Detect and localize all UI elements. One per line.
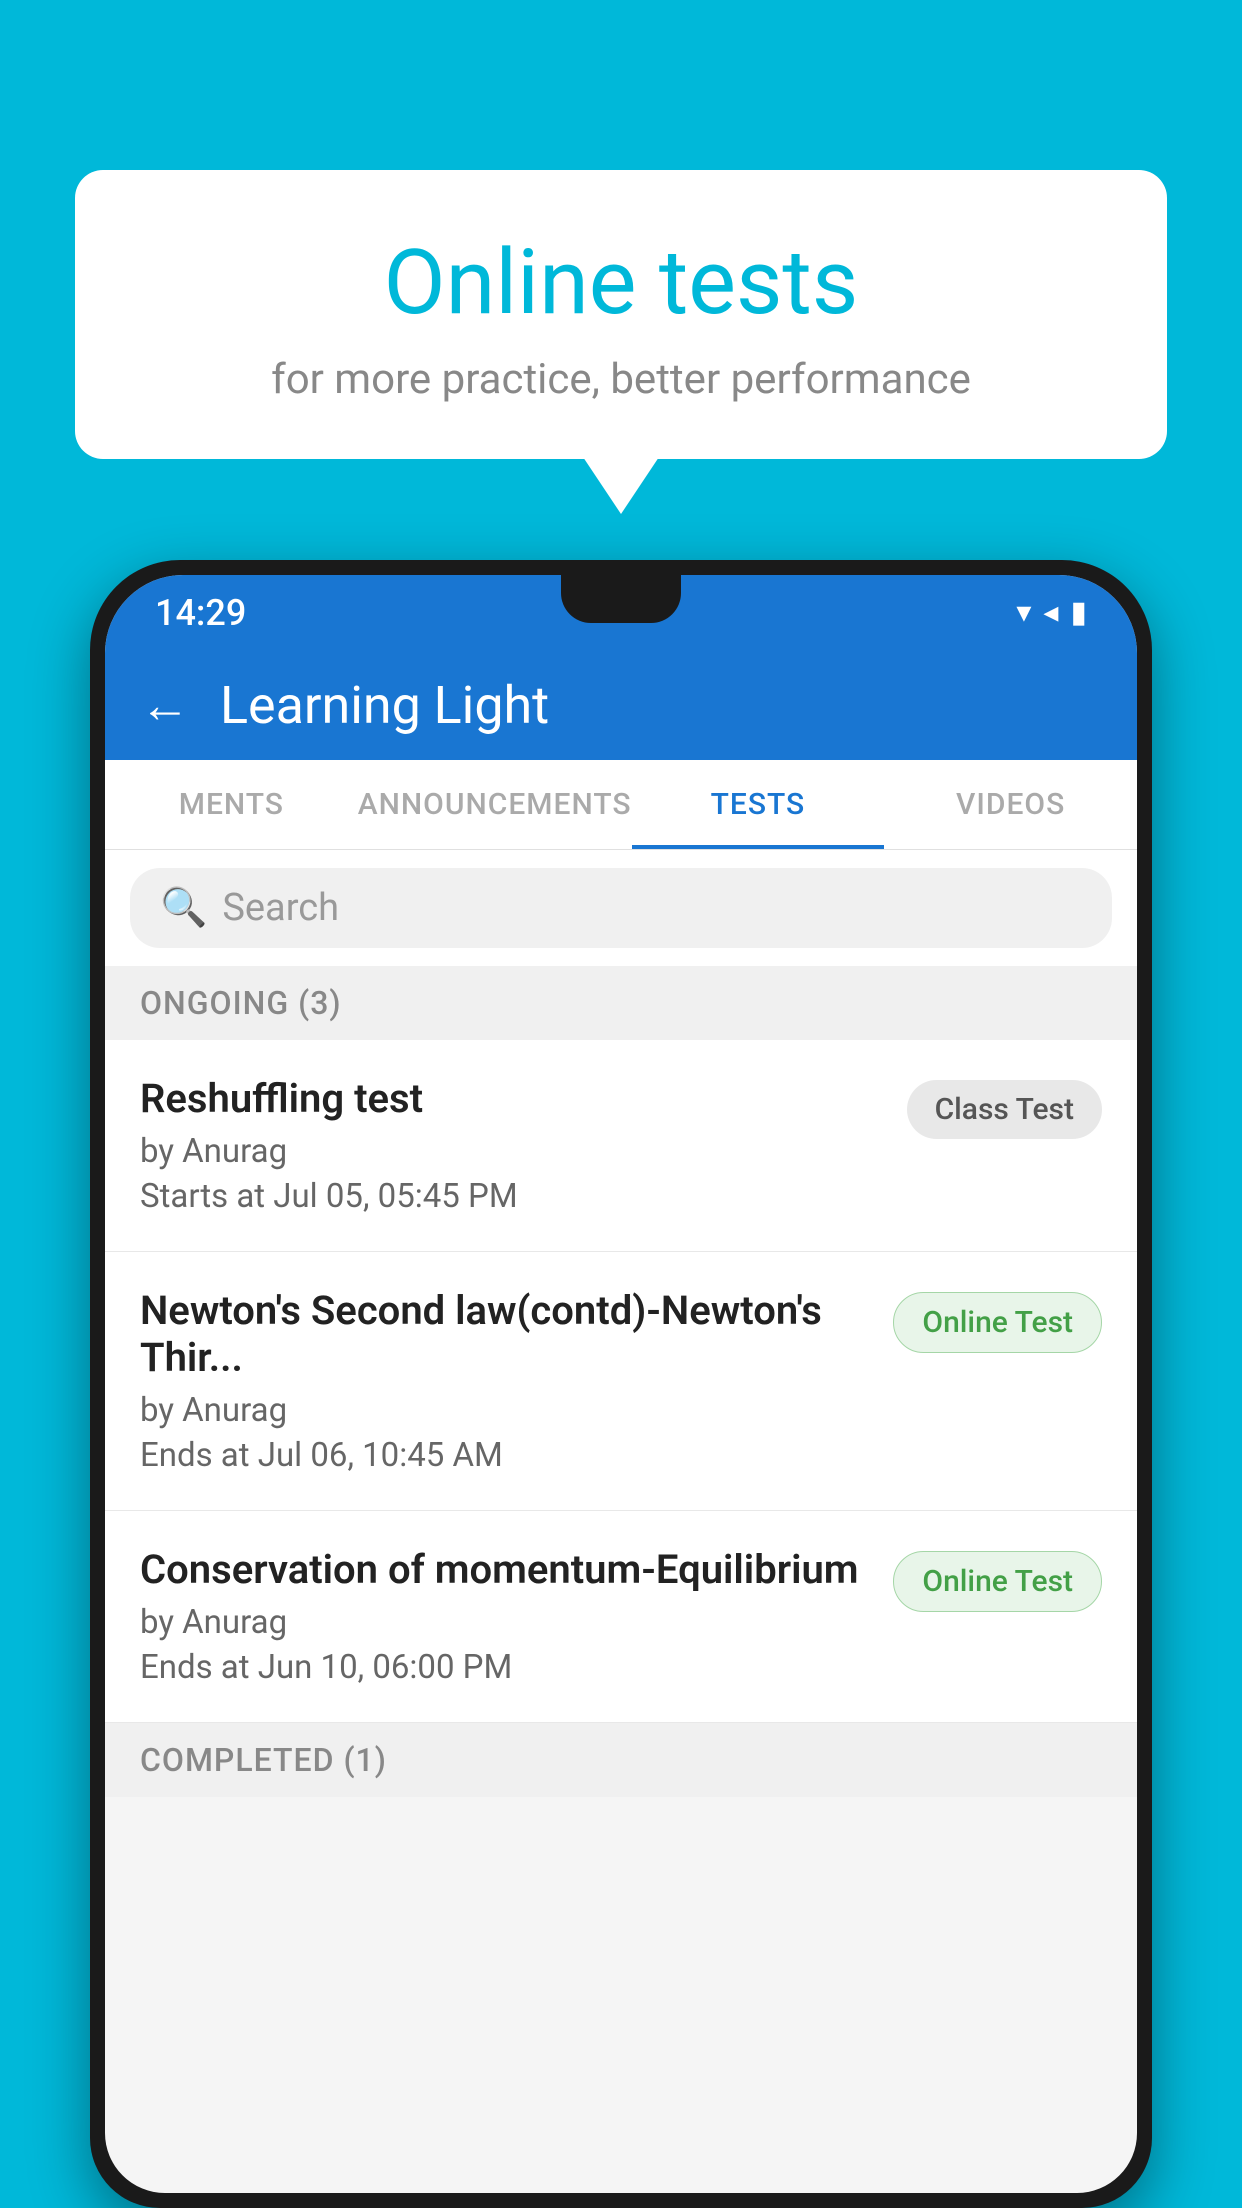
tab-ments[interactable]: MENTS bbox=[105, 760, 358, 849]
status-time: 14:29 bbox=[155, 592, 246, 634]
test-item-3[interactable]: Conservation of momentum-Equilibrium by … bbox=[105, 1511, 1137, 1723]
test-badge-3: Online Test bbox=[893, 1551, 1102, 1612]
test-name-2: Newton's Second law(contd)-Newton's Thir… bbox=[140, 1287, 873, 1381]
test-info-3: Conservation of momentum-Equilibrium by … bbox=[140, 1546, 873, 1687]
test-date-3: Ends at Jun 10, 06:00 PM bbox=[140, 1648, 873, 1687]
test-item-1[interactable]: Reshuffling test by Anurag Starts at Jul… bbox=[105, 1040, 1137, 1252]
app-title: Learning Light bbox=[220, 675, 549, 736]
search-container: 🔍 Search bbox=[105, 850, 1137, 966]
speech-bubble: Online tests for more practice, better p… bbox=[75, 170, 1167, 459]
phone-inner: 14:29 ▾ ◂ ▮ ← Learning Light MENTS ANNOU… bbox=[105, 575, 1137, 2193]
test-author-3: by Anurag bbox=[140, 1603, 873, 1642]
test-name-3: Conservation of momentum-Equilibrium bbox=[140, 1546, 873, 1593]
ongoing-section-header: ONGOING (3) bbox=[105, 966, 1137, 1040]
search-icon: 🔍 bbox=[160, 886, 207, 930]
back-button[interactable]: ← bbox=[140, 676, 190, 735]
battery-icon: ▮ bbox=[1070, 595, 1087, 630]
test-name-1: Reshuffling test bbox=[140, 1075, 887, 1122]
test-author-2: by Anurag bbox=[140, 1391, 873, 1430]
tab-tests[interactable]: TESTS bbox=[632, 760, 885, 849]
test-info-1: Reshuffling test by Anurag Starts at Jul… bbox=[140, 1075, 887, 1216]
test-badge-2: Online Test bbox=[893, 1292, 1102, 1353]
test-date-1: Starts at Jul 05, 05:45 PM bbox=[140, 1177, 887, 1216]
status-icons: ▾ ◂ ▮ bbox=[1016, 595, 1087, 630]
phone-frame: 14:29 ▾ ◂ ▮ ← Learning Light MENTS ANNOU… bbox=[90, 560, 1152, 2208]
tab-announcements[interactable]: ANNOUNCEMENTS bbox=[358, 760, 632, 849]
search-input[interactable]: 🔍 Search bbox=[130, 868, 1112, 948]
completed-section-header: COMPLETED (1) bbox=[105, 1723, 1137, 1797]
test-info-2: Newton's Second law(contd)-Newton's Thir… bbox=[140, 1287, 873, 1475]
tabs-bar: MENTS ANNOUNCEMENTS TESTS VIDEOS bbox=[105, 760, 1137, 850]
test-item-2[interactable]: Newton's Second law(contd)-Newton's Thir… bbox=[105, 1252, 1137, 1511]
app-bar: ← Learning Light bbox=[105, 650, 1137, 760]
bubble-subtitle: for more practice, better performance bbox=[125, 355, 1117, 404]
phone-notch bbox=[561, 575, 681, 623]
test-author-1: by Anurag bbox=[140, 1132, 887, 1171]
test-badge-1: Class Test bbox=[907, 1080, 1102, 1139]
signal-icon: ◂ bbox=[1043, 595, 1058, 630]
test-date-2: Ends at Jul 06, 10:45 AM bbox=[140, 1436, 873, 1475]
tab-videos[interactable]: VIDEOS bbox=[884, 760, 1137, 849]
bubble-title: Online tests bbox=[125, 230, 1117, 335]
search-placeholder: Search bbox=[222, 886, 339, 930]
wifi-icon: ▾ bbox=[1016, 595, 1031, 630]
